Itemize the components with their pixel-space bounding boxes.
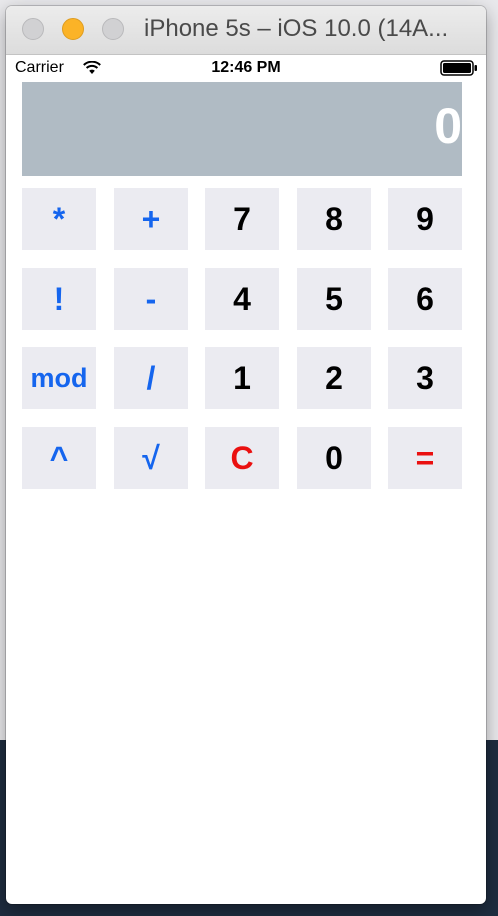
- battery-icon: [440, 60, 477, 76]
- key-add-button[interactable]: +: [114, 188, 188, 250]
- key-clear-button[interactable]: C: [205, 427, 279, 489]
- key-mod-button[interactable]: mod: [22, 347, 96, 409]
- status-time: 12:46 PM: [211, 59, 281, 76]
- key-8-button[interactable]: 8: [297, 188, 371, 250]
- key-power-button[interactable]: ^: [22, 427, 96, 489]
- key-3-button[interactable]: 3: [388, 347, 462, 409]
- key-subtract-button[interactable]: -: [114, 268, 188, 330]
- key-divide-button[interactable]: /: [114, 347, 188, 409]
- key-factorial-button[interactable]: !: [22, 268, 96, 330]
- display-value: 0: [434, 98, 462, 154]
- key-2-button[interactable]: 2: [297, 347, 371, 409]
- key-1-button[interactable]: 1: [205, 347, 279, 409]
- key-square-root-button[interactable]: √: [114, 427, 188, 489]
- key-9-button[interactable]: 9: [388, 188, 462, 250]
- key-equals-button[interactable]: =: [388, 427, 462, 489]
- zoom-icon[interactable]: [102, 18, 124, 40]
- key-5-button[interactable]: 5: [297, 268, 371, 330]
- simulator-window: iPhone 5s – iOS 10.0 (14A... Carrier 12:…: [6, 6, 486, 904]
- window-title: iPhone 5s – iOS 10.0 (14A...: [144, 15, 449, 42]
- status-bar: Carrier 12:46 PM: [6, 55, 486, 81]
- key-7-button[interactable]: 7: [205, 188, 279, 250]
- result-display: 0: [22, 82, 462, 176]
- close-icon[interactable]: [22, 18, 44, 40]
- key-0-button[interactable]: 0: [297, 427, 371, 489]
- window-titlebar[interactable]: iPhone 5s – iOS 10.0 (14A...: [6, 6, 486, 55]
- key-multiply-button[interactable]: *: [22, 188, 96, 250]
- key-4-button[interactable]: 4: [205, 268, 279, 330]
- minimize-icon[interactable]: [62, 18, 84, 40]
- key-6-button[interactable]: 6: [388, 268, 462, 330]
